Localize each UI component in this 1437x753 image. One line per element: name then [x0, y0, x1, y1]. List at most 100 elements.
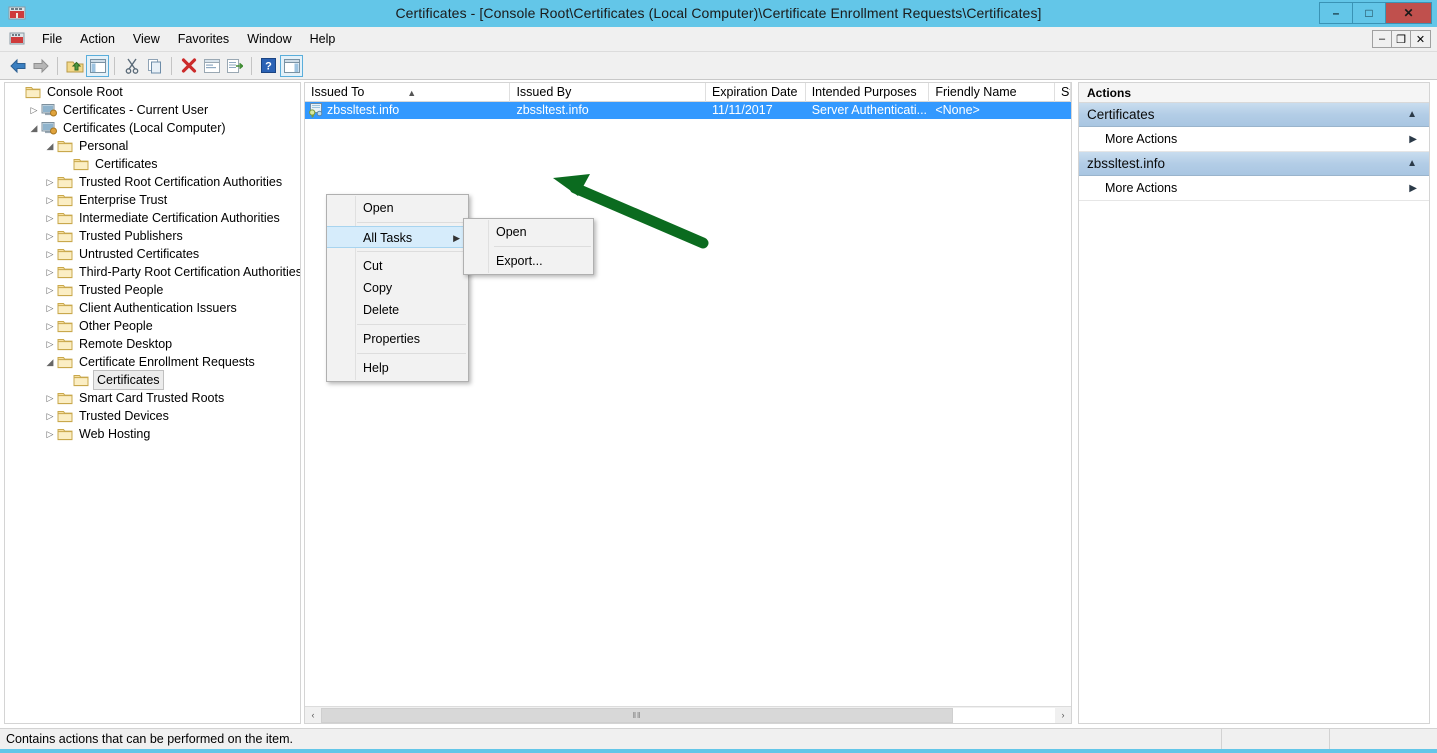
expanded-twisty-icon[interactable]: ◢	[43, 353, 57, 371]
column-header-friendly-name[interactable]: Friendly Name	[929, 83, 1055, 102]
context-menu[interactable]: Open All Tasks▶ CutCopyDelete Properties Hel…	[326, 194, 469, 382]
horizontal-scrollbar[interactable]: ‹ ‖‖ ›	[305, 706, 1071, 723]
folder-icon	[57, 283, 73, 297]
collapsed-twisty-icon[interactable]: ▷	[43, 173, 57, 191]
tree-item-client-authentication-issuers[interactable]: ▷Client Authentication Issuers	[5, 299, 300, 317]
scrollbar-track[interactable]: ‖‖	[321, 708, 1055, 723]
up-folder-icon[interactable]	[63, 55, 86, 77]
actions-group-header[interactable]: Certificates▲	[1079, 103, 1429, 127]
collapsed-twisty-icon[interactable]: ▷	[43, 209, 57, 227]
certificate-key-icon	[308, 103, 324, 118]
collapsed-twisty-icon[interactable]: ▷	[43, 227, 57, 245]
action-more-actions[interactable]: More Actions▶	[1079, 127, 1429, 152]
menu-item-open[interactable]: Open	[327, 197, 468, 219]
navigation-tree-pane[interactable]: Console Root▷Certificates - Current User…	[4, 82, 301, 724]
expanded-twisty-icon[interactable]: ◢	[43, 137, 57, 155]
folder-icon	[57, 265, 73, 279]
forward-icon[interactable]	[29, 55, 52, 77]
collapsed-twisty-icon[interactable]: ▷	[43, 299, 57, 317]
tree-item-intermediate-certification-authorities[interactable]: ▷Intermediate Certification Authorities	[5, 209, 300, 227]
submenu-item-open[interactable]: Open	[464, 221, 593, 243]
submenu-arrow-icon: ▶	[453, 227, 460, 249]
scroll-right-icon[interactable]: ›	[1055, 708, 1071, 723]
menu-favorites[interactable]: Favorites	[169, 29, 238, 49]
tree-item-certificates-local-computer[interactable]: ◢Certificates (Local Computer)	[5, 119, 300, 137]
collapse-chevron-icon[interactable]: ▲	[1407, 103, 1417, 127]
menu-item-help[interactable]: Help	[327, 357, 468, 379]
menu-action[interactable]: Action	[71, 29, 124, 49]
actions-group-header[interactable]: zbssltest.info▲	[1079, 152, 1429, 176]
menu-help[interactable]: Help	[301, 29, 345, 49]
tree-item-console-root[interactable]: Console Root	[5, 83, 300, 101]
mdi-minimize-button[interactable]: –	[1373, 31, 1392, 47]
tree-item-personal[interactable]: ◢Personal	[5, 137, 300, 155]
collapsed-twisty-icon[interactable]: ▷	[43, 263, 57, 281]
tree-item-certificates[interactable]: Certificates	[5, 155, 300, 173]
column-header-expiration-date[interactable]: Expiration Date	[706, 83, 806, 102]
certificate-list-pane[interactable]: Issued To▲Issued By Expiration Date Intend…	[304, 82, 1072, 724]
tree-item-enterprise-trust[interactable]: ▷ Enterprise Trust	[5, 191, 300, 209]
show-hide-action-pane-icon[interactable]	[280, 55, 303, 77]
maximize-button[interactable]: □	[1353, 3, 1386, 23]
mdi-close-button[interactable]: ✕	[1411, 31, 1430, 47]
tree-item-trusted-devices[interactable]: ▷Trusted Devices	[5, 407, 300, 425]
scroll-left-icon[interactable]: ‹	[305, 708, 321, 723]
tree-item-trusted-root-certification-authorities[interactable]: ▷Trusted Root Certification Authorities	[5, 173, 300, 191]
collapsed-twisty-icon[interactable]: ▷	[43, 281, 57, 299]
menu-view[interactable]: View	[124, 29, 169, 49]
properties-icon[interactable]	[200, 55, 223, 77]
cell-issued-by: zbssltest.info	[510, 102, 705, 119]
tree-item-certificates-current-user[interactable]: ▷Certificates - Current User	[5, 101, 300, 119]
table-row[interactable]: zbssltest.infozbssltest.info11/11/2017Se…	[305, 102, 1071, 119]
export-list-icon[interactable]	[223, 55, 246, 77]
tree-item-label: Enterprise Trust	[77, 191, 169, 209]
menu-item-copy[interactable]: Copy	[327, 277, 468, 299]
copy-icon[interactable]	[143, 55, 166, 77]
tree-item-other-people[interactable]: ▷ Other People	[5, 317, 300, 335]
collapsed-twisty-icon[interactable]: ▷	[43, 245, 57, 263]
collapsed-twisty-icon[interactable]: ▷	[43, 407, 57, 425]
menu-item-cut[interactable]: Cut	[327, 255, 468, 277]
tree-item-untrusted-certificates[interactable]: ▷Untrusted Certificates	[5, 245, 300, 263]
tree-item-trusted-publishers[interactable]: ▷Trusted Publishers	[5, 227, 300, 245]
tree-item-remote-desktop[interactable]: ▷Remote Desktop	[5, 335, 300, 353]
delete-icon[interactable]	[177, 55, 200, 77]
collapse-chevron-icon[interactable]: ▲	[1407, 152, 1417, 176]
help-icon[interactable]: ?	[257, 55, 280, 77]
close-button[interactable]: ✕	[1386, 3, 1431, 23]
column-header-intended-purposes[interactable]: Intended Purposes	[806, 83, 930, 102]
menu-item-all-tasks[interactable]: All Tasks▶	[327, 226, 468, 248]
tree-item-third-party-root-certification-authorities[interactable]: ▷Third-Party Root Certification Authorit…	[5, 263, 300, 281]
expanded-twisty-icon[interactable]: ◢	[27, 119, 41, 137]
collapsed-twisty-icon[interactable]: ▷	[43, 425, 57, 443]
tree-item-web-hosting[interactable]: ▷Web Hosting	[5, 425, 300, 443]
tree-item-certificates[interactable]: Certificates	[5, 371, 300, 389]
scrollbar-thumb[interactable]: ‖‖	[321, 708, 953, 723]
tree-item-certificate-enrollment-requests[interactable]: ◢Certificate Enrollment Requests	[5, 353, 300, 371]
collapsed-twisty-icon[interactable]: ▷	[27, 101, 41, 119]
minimize-button[interactable]: –	[1320, 3, 1353, 23]
menu-item-delete[interactable]: Delete	[327, 299, 468, 321]
menu-window[interactable]: Window	[238, 29, 300, 49]
mdi-restore-button[interactable]: ❐	[1392, 31, 1411, 47]
back-icon[interactable]	[6, 55, 29, 77]
collapsed-twisty-icon[interactable]: ▷	[43, 335, 57, 353]
collapsed-twisty-icon[interactable]: ▷	[43, 191, 57, 209]
column-header-issued-by[interactable]: Issued By	[510, 83, 705, 102]
cut-icon[interactable]	[120, 55, 143, 77]
tree-item-trusted-people[interactable]: ▷Trusted People	[5, 281, 300, 299]
menu-file[interactable]: File	[33, 29, 71, 49]
cell-intended-purposes: Server Authenticati...	[806, 102, 930, 119]
column-header-label: Expiration Date	[712, 85, 797, 99]
menu-item-properties[interactable]: Properties	[327, 328, 468, 350]
submenu-item-export[interactable]: Export...	[464, 250, 593, 272]
tree-item-label: Other People	[77, 317, 155, 335]
show-hide-tree-icon[interactable]	[86, 55, 109, 77]
tree-item-smart-card-trusted-roots[interactable]: ▷Smart Card Trusted Roots	[5, 389, 300, 407]
collapsed-twisty-icon[interactable]: ▷	[43, 317, 57, 335]
all-tasks-submenu[interactable]: Open Export...	[463, 218, 594, 275]
action-more-actions[interactable]: More Actions▶	[1079, 176, 1429, 201]
column-header-issued-to[interactable]: Issued To▲	[305, 83, 510, 102]
collapsed-twisty-icon[interactable]: ▷	[43, 389, 57, 407]
column-header-st[interactable]: St	[1055, 83, 1071, 102]
